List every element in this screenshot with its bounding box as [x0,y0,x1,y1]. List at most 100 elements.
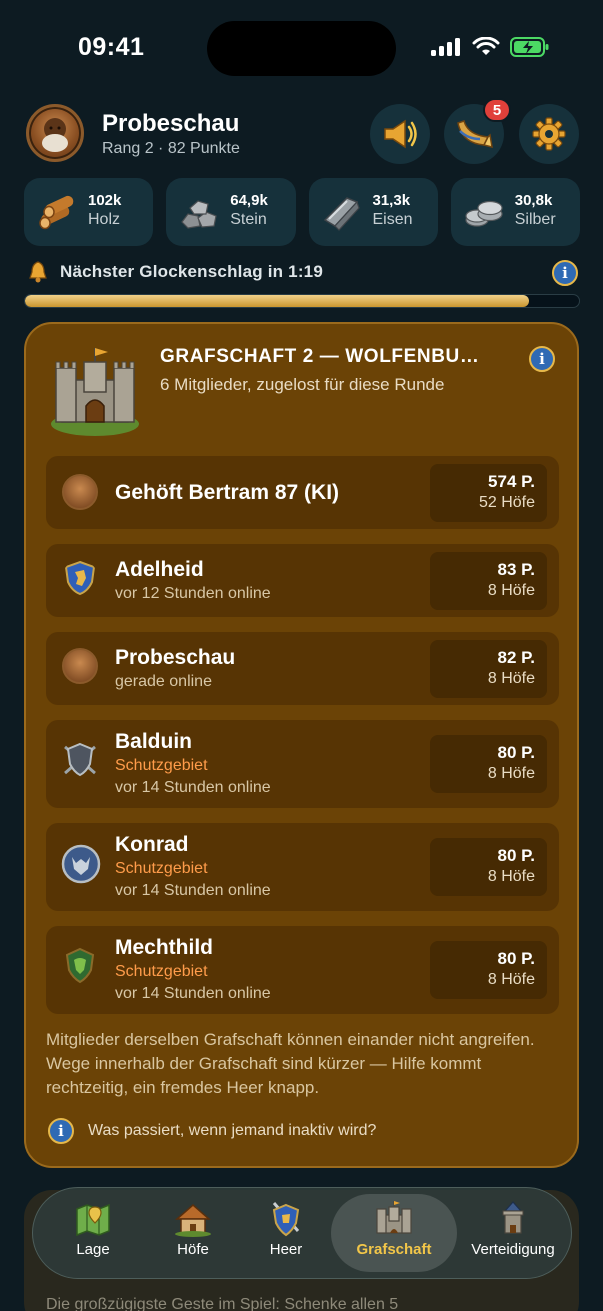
county-note: Mitglieder derselben Grafschaft können e… [46,1030,535,1097]
lion-shield-icon [64,560,96,596]
silver-icon [465,200,503,227]
member-name: Balduin [115,730,192,753]
member-name: Gehöft Bertram 87 (KI) [115,481,340,504]
horn-icon [457,120,493,149]
member-points: 82 P. [497,648,535,667]
castle-icon [51,348,139,436]
member-protection-status: Schutzgebiet [115,860,208,877]
resource-label: Eisen [372,211,413,228]
horn-speaker-icon [384,119,417,149]
resource-iron[interactable]: 31,3k Eisen [308,178,438,246]
member-row[interactable]: Probeschau gerade online 82 P. 8 Höfe [46,632,559,705]
member-row[interactable]: Konrad Schutzgebiet vor 14 Stunden onlin… [46,823,559,911]
member-points: 80 P. [497,949,535,968]
iron-shield-icon [63,742,97,777]
inactive-question-link[interactable]: i Was passiert, wenn jemand inaktiv wird… [48,1118,376,1144]
iron-icon [323,197,360,231]
player-avatar[interactable] [26,104,84,162]
shield-sword-icon [272,1202,300,1237]
resource-label: Silber [514,211,556,228]
resource-value: 30,8k [514,192,553,209]
resource-value: 102k [88,192,122,209]
resource-label: Holz [88,211,121,228]
notification-badge: 5 [483,98,511,122]
county-info-icon[interactable]: i [529,346,555,372]
tab-hoefe[interactable]: Höfe [145,1194,241,1272]
tab-label: Grafschaft [356,1241,432,1258]
member-farms: 8 Höfe [487,765,535,782]
gear-icon [532,117,566,151]
wolf-emblem-icon [61,844,101,884]
member-score: 80 P. 8 Höfe [430,941,547,999]
member-points: 80 P. [497,846,535,865]
member-row[interactable]: Adelheid vor 12 Stunden online 83 P. 8 H… [46,544,559,617]
sound-button[interactable] [370,104,430,164]
resource-label: Stein [230,211,267,228]
resource-silver[interactable]: 30,8k Silber [450,178,580,246]
member-farms: 8 Höfe [487,868,535,885]
county-subtitle: 6 Mitglieder, zugelost für diese Runde [160,375,445,394]
tab-verteidigung[interactable]: Verteidigung [457,1194,569,1272]
tower-icon [502,1201,524,1234]
resource-value: 31,3k [372,192,411,209]
status-time: 09:41 [78,33,145,61]
member-farms: 52 Höfe [478,494,535,511]
player-header: Probeschau Rang 2 · 82 Punkte [0,100,603,170]
question-text: Was passiert, wenn jemand inaktiv wird? [88,1122,377,1139]
signal-icon [431,38,460,56]
wifi-icon [472,37,500,55]
member-points: 80 P. [497,743,535,762]
member-online-status: gerade online [115,673,212,690]
farm-house-icon [175,1204,211,1237]
member-score: 82 P. 8 Höfe [430,640,547,698]
member-row[interactable]: Gehöft Bertram 87 (KI) 574 P. 52 Höfe [46,456,559,529]
tab-heer[interactable]: Heer [241,1194,331,1272]
member-farms: 8 Höfe [487,971,535,988]
county-title: GRAFSCHAFT 2 — WOLFENBU… [160,346,480,367]
member-row[interactable]: Mechthild Schutzgebiet vor 14 Stunden on… [46,926,559,1014]
member-score: 574 P. 52 Höfe [430,464,547,522]
member-avatar [62,648,98,684]
member-points: 83 P. [497,560,535,579]
member-name: Adelheid [115,558,204,581]
bottom-tab-bar: Lage Höfe Heer Grafschaft Verteidigung [32,1187,572,1279]
member-farms: 8 Höfe [487,582,535,599]
tab-lage[interactable]: Lage [41,1194,145,1272]
resource-stone[interactable]: 64,9k Stein [166,178,296,246]
question-info-icon: i [48,1118,74,1144]
player-name: Probeschau [102,110,240,137]
player-rank: Rang 2 · 82 Punkte [102,140,240,157]
settings-button[interactable] [519,104,579,164]
bell-progress-bar [24,294,580,308]
stone-icon [181,200,217,229]
member-row[interactable]: Balduin Schutzgebiet vor 14 Stunden onli… [46,720,559,808]
bell-timer-row: Nächster Glockenschlag in 1:19 i [24,258,580,288]
map-icon [76,1203,110,1237]
castle-icon [376,1201,412,1234]
tab-label: Heer [269,1241,303,1258]
member-farms: 8 Höfe [487,670,535,687]
battery-charging-icon [510,37,549,57]
status-bar: 09:41 [0,0,603,96]
member-protection-status: Schutzgebiet [115,757,208,774]
member-name: Mechthild [115,936,213,959]
member-score: 83 P. 8 Höfe [430,552,547,610]
portrait-icon [42,118,68,152]
member-online-status: vor 14 Stunden online [115,779,271,796]
member-online-status: vor 14 Stunden online [115,882,271,899]
tab-label: Verteidigung [471,1241,555,1258]
member-online-status: vor 14 Stunden online [115,985,271,1002]
bell-progress-fill [25,295,530,307]
resource-value: 64,9k [230,192,268,209]
dragon-shield-icon [65,947,95,984]
resource-bar: 102k Holz 64,9k Stein 31,3k Eisen 30,8k … [24,178,580,246]
bell-info-icon[interactable]: i [552,260,578,286]
tab-label: Lage [76,1241,110,1258]
bell-timer-text: Nächster Glockenschlag in 1:19 [60,262,323,281]
member-protection-status: Schutzgebiet [115,963,208,980]
resource-wood[interactable]: 102k Holz [24,178,154,246]
dynamic-island [207,21,396,76]
system-icons [430,36,550,58]
tab-grafschaft[interactable]: Grafschaft [331,1194,457,1272]
next-card-text: Die großzügigste Geste im Spiel: Schenke… [46,1296,399,1311]
